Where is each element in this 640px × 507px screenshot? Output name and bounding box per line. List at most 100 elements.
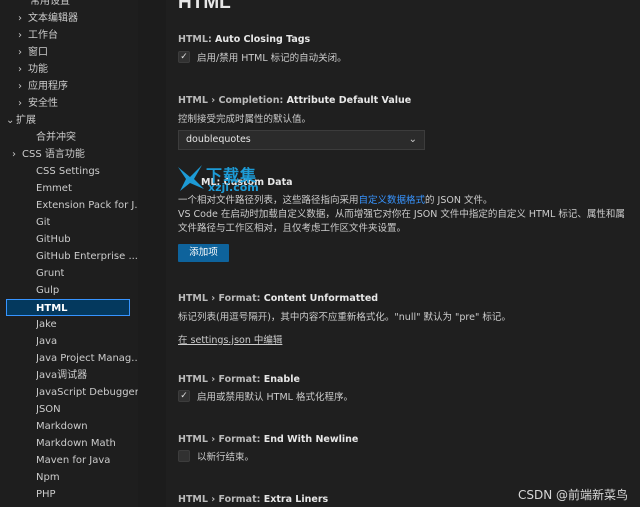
setting-name: End With Newline [263,434,359,445]
sidebar-item-label: Emmet [36,183,72,194]
desc-text: 的 JSON 文件。 [425,195,493,206]
setting-title-auto-closing: HTML: Auto Closing Tags [178,34,310,45]
setting-category: HTML › Format: [178,494,264,505]
sidebar-item[interactable]: Markdown [36,418,88,435]
add-item-button[interactable]: 添加项 [178,244,229,262]
sidebar-item[interactable]: Markdown Math [36,435,116,452]
sidebar-item[interactable]: GitHub [36,231,71,248]
sidebar-item-label: 安全性 [28,98,58,109]
sidebar-item-label: Jake [36,319,57,330]
sidebar-item[interactable]: Extension Pack for J... [36,197,138,214]
setting-name: Extra Liners [263,494,329,505]
setting-category: HTML › Format: [178,434,264,445]
edit-in-settings-json-link[interactable]: 在 settings.json 中编辑 [178,332,282,346]
custom-data-format-link[interactable]: 自定义数据格式 [359,195,426,206]
sidebar-item[interactable]: Emmet [36,180,72,197]
sidebar-item-label: 功能 [28,64,48,75]
select-value: doublequotes [186,134,251,145]
sidebar-item[interactable]: JSON [36,401,61,418]
check-icon: ✓ [180,391,188,401]
sidebar-item-label: GitHub Enterprise ... [36,251,138,262]
sidebar-item[interactable]: 常用设置 [30,0,70,10]
sidebar-item[interactable]: GitHub Enterprise ... [36,248,138,265]
sidebar-item-label: HTML [36,303,68,314]
setting-category: HTML: [178,34,216,45]
attribute-default-description: 控制接受完成时属性的默认值。 [178,114,312,125]
chevron-right-icon: › [18,13,22,24]
sidebar-item-label: Markdown [36,421,88,432]
sidebar-item-label: JavaScript Debugger [36,387,138,398]
sidebar-item-label: Grunt [36,268,65,279]
sidebar-item[interactable]: HTML [6,299,130,316]
chevron-right-icon: › [18,81,22,92]
sidebar-item[interactable]: Gulp [36,282,59,299]
sidebar-item[interactable]: ⌄ 扩展 [6,112,36,129]
chevron-right-icon: › [12,149,16,160]
settings-editor: HTML HTML: Auto Closing Tags ✓ 启用/禁用 HTM… [166,0,640,507]
check-icon: ✓ [180,52,188,62]
sidebar-item[interactable]: › 应用程序 [18,78,68,95]
custom-data-description-3: 文件路径与工作区相对，且仅考虑工作区文件夹设置。 [178,223,407,234]
watermark-icon [178,165,204,191]
sidebar-item[interactable]: Git [36,214,50,231]
sidebar-item-label: 扩展 [16,115,36,126]
sidebar-item-label: 文本编辑器 [28,13,78,24]
custom-data-description-2: VS Code 在启动时加载自定义数据，从而增强它对你在 JSON 文件中指定的… [178,209,625,220]
sidebar-item-label: 常用设置 [30,0,70,7]
sidebar-item[interactable]: 合并冲突 [36,129,76,146]
sidebar-item-label: JSON [36,404,61,415]
sidebar-item-label: Java [36,336,58,347]
sidebar-item[interactable]: JavaScript Debugger [36,384,138,401]
setting-category: HTML › Format: [178,374,264,385]
setting-title-attribute-default: HTML › Completion: Attribute Default Val… [178,95,411,106]
sidebar-item[interactable]: › 窗口 [18,44,48,61]
setting-name: Attribute Default Value [286,95,412,106]
sidebar-item[interactable]: › 文本编辑器 [18,10,78,27]
watermark-url: xzji.com [208,181,259,194]
chevron-right-icon: › [18,64,22,75]
sidebar-item[interactable]: › 功能 [18,61,48,78]
sidebar-item[interactable]: › 安全性 [18,95,58,112]
sidebar-item-label: GitHub [36,234,71,245]
sidebar-item[interactable]: Jake [36,316,57,333]
attribute-default-select[interactable]: doublequotes ⌄ [178,130,425,150]
sidebar-item-label: 窗口 [28,47,48,58]
setting-title-content-unformatted: HTML › Format: Content Unformatted [178,293,378,304]
sidebar-item-label: Extension Pack for J... [36,200,138,211]
sidebar-item[interactable]: Java调试器 [36,367,87,384]
format-enable-checkbox[interactable]: ✓ [178,390,190,402]
sidebar-item-label: PHP [36,489,56,500]
sidebar-item-label: CSS 语言功能 [22,149,85,160]
sidebar-item-label: 工作台 [28,30,58,41]
sidebar-item[interactable]: Java [36,333,57,350]
end-with-newline-checkbox[interactable] [178,450,190,462]
sidebar-item-label: Gulp [36,285,60,296]
setting-category: HTML › Format: [178,293,264,304]
sidebar-item-label: Java Project Manag... [36,353,138,364]
setting-name: Enable [263,374,300,385]
sidebar-item[interactable]: Npm [36,469,60,486]
sidebar-item[interactable]: Grunt [36,265,64,282]
chevron-right-icon: › [18,47,22,58]
sidebar-item-label: Markdown Math [36,438,116,449]
sidebar-item[interactable]: Java Project Manag... [36,350,138,367]
divider [138,0,166,507]
setting-name: Auto Closing Tags [215,34,311,45]
sidebar-item[interactable]: › CSS 语言功能 [12,146,85,163]
end-with-newline-label: 以新行结束。 [197,452,255,463]
auto-closing-checkbox[interactable]: ✓ [178,51,190,63]
sidebar-item[interactable]: Maven for Java [36,452,110,469]
setting-title-extra-liners: HTML › Format: Extra Liners [178,494,328,505]
sidebar-item[interactable]: › 工作台 [18,27,58,44]
sidebar-item-label: CSS Settings [36,166,100,177]
csdn-watermark: CSDN @前端新菜鸟 [517,488,628,502]
xzji-watermark-logo: 下载集 xzji.com [174,163,272,197]
sidebar-item[interactable]: PHP [36,486,56,503]
sidebar-item-label: Npm [36,472,60,483]
settings-tree: 常用设置 › 文本编辑器 › 工作台 › 窗口 › 功能 › 应用程序 › 安全性 ⌄ 扩展 合并冲突 › CSS… [0,0,138,507]
setting-name: Content Unformatted [263,293,379,304]
setting-category: HTML › Completion: [178,95,287,106]
sidebar-item[interactable]: CSS Settings [36,163,100,180]
sidebar-item-label: Git [36,217,51,228]
sidebar-item-label: Java调试器 [36,370,88,381]
